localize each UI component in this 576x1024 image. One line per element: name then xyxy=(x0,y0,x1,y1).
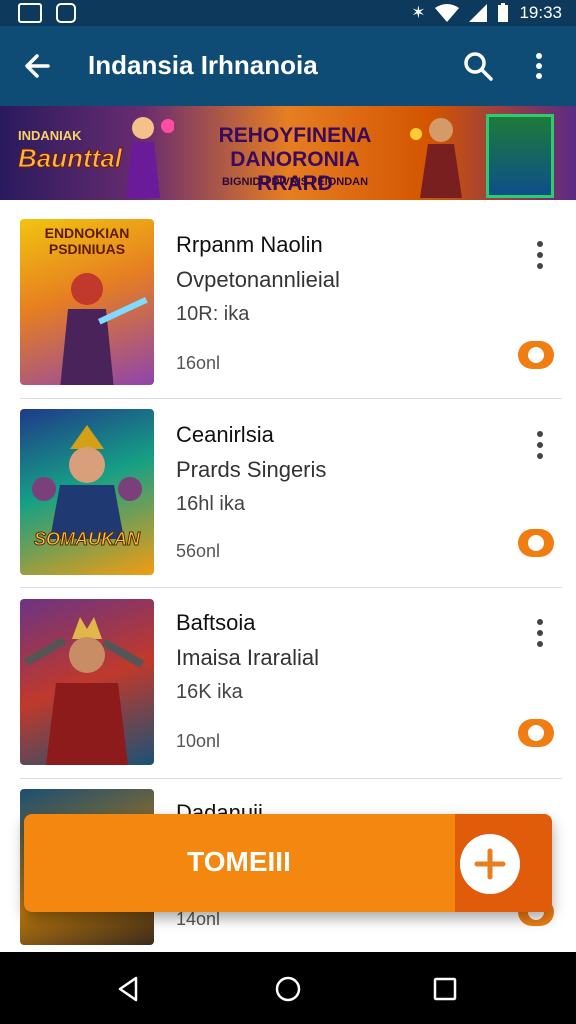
banner-game-box xyxy=(486,114,554,198)
list-item[interactable]: Baftsoia Imaisa Iraralial 16K ika 10onl xyxy=(0,580,576,770)
item-subtitle: Imaisa Iraralial xyxy=(176,645,320,670)
primary-action-button[interactable]: TOMEIII xyxy=(24,814,552,912)
item-toggle[interactable] xyxy=(518,719,554,747)
poster-art xyxy=(32,425,142,539)
item-menu-icon[interactable] xyxy=(528,238,552,272)
wifi-icon xyxy=(435,4,460,22)
banner-logo: INDANIAK Baunttal xyxy=(18,128,126,180)
item-size: 14onl xyxy=(176,909,221,929)
clock: 19:33 xyxy=(519,3,562,22)
page-title: Indansia Irhnanoia xyxy=(88,50,318,80)
nav-recents-icon[interactable] xyxy=(432,976,458,1002)
game-poster xyxy=(20,599,154,765)
system-nav-bar xyxy=(0,952,576,1024)
notification-icon xyxy=(56,3,76,23)
list-item[interactable]: ENDNOKIAN PSDINIUAS Rrpanm Naolin Ovpeto… xyxy=(0,200,576,390)
banner-subline: BIGNIDU DIVRIS | EIONDAN xyxy=(221,176,369,188)
item-subtitle: Ovpetonannlieial xyxy=(176,267,340,292)
vibrate-icon: ✶ xyxy=(411,3,426,22)
poster-art xyxy=(60,273,148,385)
nav-back-icon[interactable] xyxy=(116,976,142,1002)
item-toggle[interactable] xyxy=(518,529,554,557)
item-menu-icon[interactable] xyxy=(528,616,552,650)
banner-logo-big: Baunttal xyxy=(18,143,123,174)
banner-logo-small: INDANIAK xyxy=(18,128,82,143)
signal-icon xyxy=(469,4,488,22)
primary-action-label: TOMEIII xyxy=(187,846,291,877)
list-item[interactable]: SOMAUKAN Ceanirlsia Prards Singeris 16hl… xyxy=(0,390,576,580)
poster-title: SOMAUKAN xyxy=(34,529,141,550)
item-name: Rrpanm Naolin xyxy=(176,232,323,257)
promo-banner[interactable]: INDANIAK Baunttal REHOYFINENA DANORONIA … xyxy=(0,106,576,200)
item-meta: 16hl ika xyxy=(176,493,245,515)
battery-icon xyxy=(498,3,509,22)
overflow-menu-icon[interactable] xyxy=(524,48,554,84)
poster-art xyxy=(24,617,145,765)
poster-title: ENDNOKIAN PSDINIUAS xyxy=(44,225,130,257)
search-icon[interactable] xyxy=(460,48,496,84)
item-subtitle: Prards Singeris xyxy=(176,457,327,482)
back-arrow-icon[interactable] xyxy=(20,48,56,84)
nav-home-icon[interactable] xyxy=(275,976,301,1002)
banner-character-left xyxy=(126,117,174,198)
game-poster: SOMAUKAN xyxy=(20,409,154,575)
item-meta: 10R: ika xyxy=(176,303,250,325)
item-size: 56onl xyxy=(176,541,221,561)
item-menu-icon[interactable] xyxy=(528,428,552,462)
item-toggle[interactable] xyxy=(518,341,554,369)
item-name: Ceanirlsia xyxy=(176,422,274,447)
item-size: 16onl xyxy=(176,353,221,373)
app-bar: Indansia Irhnanoia xyxy=(0,26,576,106)
game-poster: ENDNOKIAN PSDINIUAS xyxy=(20,219,154,385)
screenshot-icon xyxy=(18,3,42,23)
item-name: Baftsoia xyxy=(176,610,256,635)
item-meta: 16K ika xyxy=(176,681,243,703)
item-size: 10onl xyxy=(176,731,221,751)
plus-icon[interactable] xyxy=(460,834,520,894)
banner-character-right xyxy=(410,118,462,198)
status-bar: ✶ 19:33 xyxy=(0,0,576,26)
